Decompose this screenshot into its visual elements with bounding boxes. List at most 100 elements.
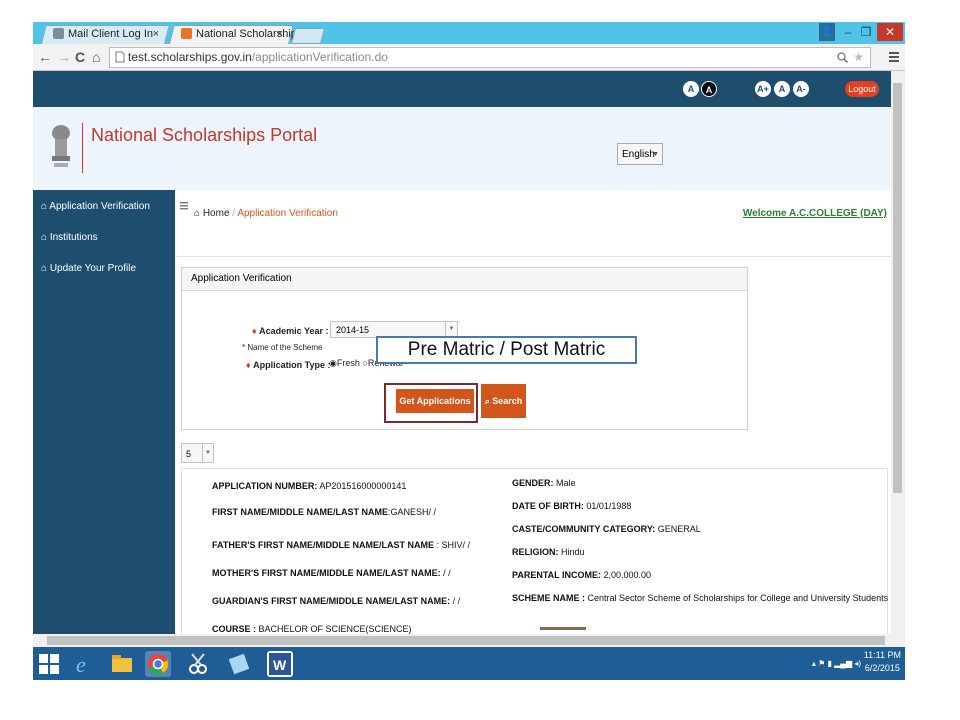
- file-explorer-icon[interactable]: [109, 651, 135, 677]
- logout-button[interactable]: Logout: [845, 81, 879, 97]
- site-top-bar: A A A+ A A- Logout: [33, 71, 891, 107]
- horizontal-scrollbar-thumb[interactable]: [47, 636, 885, 645]
- record-field: APPLICATION NUMBER: AP201516000000141: [212, 481, 407, 491]
- sidebar-item-application-verification[interactable]: ⌂ Application Verification: [41, 201, 150, 212]
- welcome-link[interactable]: Welcome A.C.COLLEGE (DAY): [743, 208, 887, 219]
- reload-button[interactable]: C: [75, 48, 85, 66]
- page-size-select[interactable]: 5 ▼: [181, 443, 214, 463]
- tab-close-icon[interactable]: ×: [277, 25, 283, 44]
- home-icon: ⌂: [41, 263, 48, 274]
- panel-title: Application Verification: [182, 268, 747, 291]
- windows-start-icon[interactable]: [39, 654, 59, 674]
- word-icon[interactable]: W: [267, 651, 293, 677]
- fresh-radio-label: Fresh: [336, 358, 360, 368]
- application-record: APPLICATION NUMBER: AP201516000000141 FI…: [181, 468, 888, 634]
- forward-button[interactable]: →: [57, 48, 71, 66]
- app-icon[interactable]: [227, 651, 253, 677]
- snipping-tool-icon[interactable]: [185, 651, 211, 677]
- tab-national-scholarships[interactable]: National Scholarships Por ×: [169, 25, 323, 44]
- zoom-icon[interactable]: [837, 52, 848, 63]
- font-contrast-button[interactable]: A: [701, 81, 717, 97]
- scheme-callout: Pre Matric / Post Matric: [376, 336, 637, 364]
- record-field: SCHEME NAME : Central Sector Scheme of S…: [512, 593, 889, 603]
- home-icon: ⌂: [194, 208, 201, 219]
- internet-explorer-icon[interactable]: e: [71, 651, 97, 677]
- search-button[interactable]: ⌕ Search: [481, 384, 526, 418]
- record-field: RELIGION: Hindu: [512, 547, 585, 557]
- tab-title: Mail Client Log In: [68, 28, 153, 40]
- record-field: GUARDIAN'S FIRST NAME/MIDDLE NAME/LAST N…: [212, 596, 461, 606]
- restore-button[interactable]: ❐: [857, 23, 875, 41]
- clock-date: 6/2/2015: [864, 663, 900, 673]
- font-decrease-button[interactable]: A-: [793, 81, 809, 97]
- main-content: ⌂ Home / Application Verification Welcom…: [176, 190, 891, 634]
- search-icon: ⌕: [484, 396, 490, 406]
- chrome-icon[interactable]: [145, 651, 171, 677]
- sidebar: ⌂ Application Verification ⌂ Institution…: [33, 190, 175, 634]
- sidebar-item-update-profile[interactable]: ⌂ Update Your Profile: [41, 263, 136, 274]
- vertical-scrollbar-thumb[interactable]: [893, 83, 902, 493]
- home-button[interactable]: ⌂: [92, 48, 100, 66]
- language-select[interactable]: English ▼: [617, 143, 663, 165]
- url-path: /applicationVerification.do: [251, 50, 388, 64]
- tray-icons[interactable]: ▴ ⚑ ▮ ▂▄▆ ◂): [812, 657, 861, 670]
- sidebar-item-label: Update Your Profile: [49, 263, 136, 274]
- address-bar[interactable]: test.scholarships.gov.in/applicationVeri…: [109, 47, 871, 68]
- minimize-button[interactable]: –: [839, 23, 857, 41]
- horizontal-scrollbar[interactable]: [33, 634, 905, 647]
- record-field: COURSE : BACHELOR OF SCIENCE(SCIENCE): [212, 624, 412, 634]
- svg-text:W: W: [273, 657, 287, 673]
- record-field: GENDER: Male: [512, 478, 576, 488]
- get-applications-button[interactable]: Get Applications: [396, 389, 474, 413]
- system-tray[interactable]: ▴ ⚑ ▮ ▂▄▆ ◂) 11:11 PM 6/2/2015: [812, 649, 901, 675]
- url-host: test.scholarships.gov.in: [128, 50, 252, 64]
- language-value: English: [622, 149, 655, 160]
- breadcrumb-home-link[interactable]: Home: [203, 208, 230, 219]
- breadcrumb: ⌂ Home / Application Verification: [194, 208, 338, 219]
- sidebar-item-institutions[interactable]: ⌂ Institutions: [41, 232, 98, 243]
- sidebar-item-label: Institutions: [49, 232, 98, 243]
- menu-icon[interactable]: [889, 51, 899, 63]
- record-field: CASTE/COMMUNITY CATEGORY: GENERAL: [512, 524, 701, 534]
- fresh-radio[interactable]: ◉: [329, 358, 337, 368]
- back-button[interactable]: ←: [38, 48, 52, 66]
- record-image-edge: [540, 627, 586, 630]
- record-field: PARENTAL INCOME: 2,00,000.00: [512, 570, 652, 580]
- record-field: MOTHER'S FIRST NAME/MIDDLE NAME/LAST NAM…: [212, 568, 451, 578]
- chevron-down-icon: ▼: [652, 151, 659, 158]
- vertical-scrollbar[interactable]: [891, 71, 905, 634]
- page-icon: [115, 51, 125, 63]
- chevron-down-icon: ▼: [202, 444, 213, 462]
- sidebar-toggle-icon[interactable]: [180, 202, 188, 210]
- breadcrumb-separator: /: [232, 208, 236, 219]
- breadcrumb-current: Application Verification: [237, 208, 338, 219]
- application-type-label: ♦ Application Type :: [246, 360, 331, 370]
- new-tab-button[interactable]: [291, 28, 325, 44]
- svg-text:e: e: [76, 652, 86, 677]
- taskbar: e W ▴ ⚑ ▮ ▂▄▆ ◂) 11:11 PM 6/2/2015: [33, 647, 905, 680]
- user-profile-icon[interactable]: 👤: [819, 23, 835, 41]
- header-divider: [82, 123, 83, 173]
- bookmark-star-icon[interactable]: ★: [853, 48, 864, 67]
- home-icon: ⌂: [41, 232, 48, 243]
- tab-close-icon[interactable]: ×: [153, 25, 159, 44]
- font-normal-button[interactable]: A: [683, 81, 699, 97]
- nsp-favicon-icon: [181, 28, 192, 39]
- chevron-down-icon: ▼: [445, 322, 457, 337]
- close-window-button[interactable]: ✕: [877, 23, 903, 41]
- content-divider: [176, 256, 891, 257]
- clock-time: 11:11 PM: [863, 650, 901, 660]
- tab-strip: Mail Client Log In × National Scholarshi…: [33, 22, 905, 44]
- site-header: National Scholarships Portal English ▼: [33, 107, 885, 190]
- browser-window: Mail Client Log In × National Scholarshi…: [33, 22, 905, 680]
- academic-year-value: 2014-15: [336, 325, 370, 335]
- browser-toolbar: ← → C ⌂ test.scholarships.gov.in/applica…: [33, 44, 905, 71]
- tab-mail-client[interactable]: Mail Client Log In ×: [41, 25, 170, 44]
- scheme-label: * Name of the Scheme: [242, 343, 323, 352]
- font-reset-button[interactable]: A: [774, 81, 790, 97]
- home-icon: ⌂: [41, 201, 48, 212]
- font-increase-button[interactable]: A+: [755, 81, 771, 97]
- record-field: FATHER'S FIRST NAME/MIDDLE NAME/LAST NAM…: [212, 540, 470, 550]
- portal-title: National Scholarships Portal: [91, 125, 318, 145]
- page-size-value: 5: [186, 449, 192, 459]
